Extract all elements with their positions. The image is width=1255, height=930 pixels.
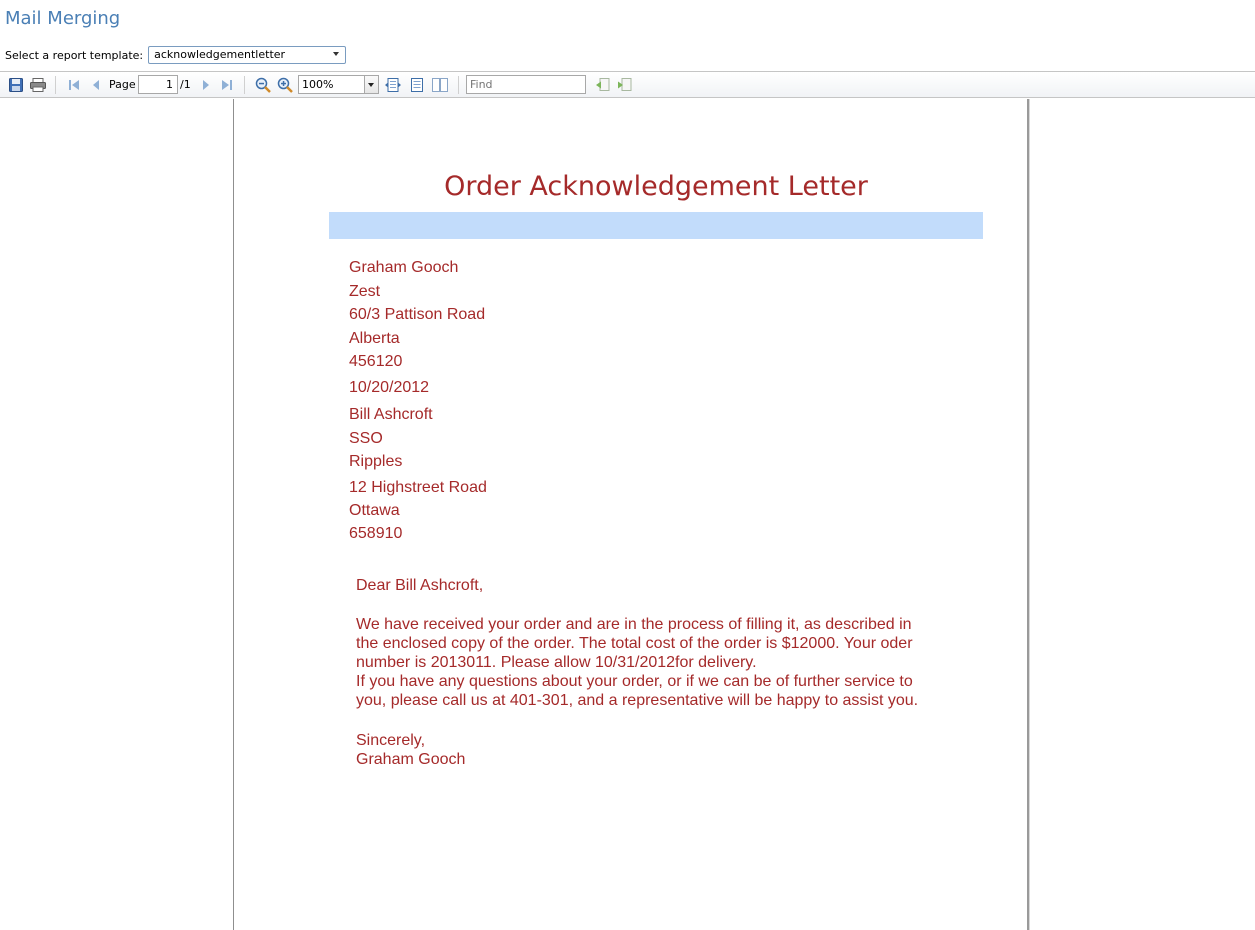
next-page-icon[interactable] [198,77,214,93]
find-input[interactable] [466,75,586,94]
report-page: Order Acknowledgement Letter Graham Gooc… [233,99,1029,930]
chevron-down-icon [333,52,340,56]
zoom-out-icon[interactable] [255,77,271,93]
find-previous-icon[interactable] [595,77,611,93]
page-total: /1 [180,78,191,91]
letter-title: Order Acknowledgement Letter [444,171,868,202]
recipient-postal: 658910 [349,525,403,542]
fit-page-width-icon[interactable] [385,77,401,93]
recipient-name: Bill Ashcroft [349,406,433,423]
single-page-icon[interactable] [409,77,425,93]
title-band [329,212,983,239]
template-select[interactable]: acknowledgementletter [148,46,347,64]
body-line: If you have any questions about your ord… [356,673,913,690]
report-viewer: Order Acknowledgement Letter Graham Gooc… [0,99,1255,930]
sender-company: Zest [349,283,381,300]
two-pages-icon[interactable] [432,77,448,93]
recipient-company: Ripples [349,453,403,470]
chevron-down-icon[interactable] [364,76,378,93]
recipient-city: Ottawa [349,502,400,519]
zoom-select[interactable]: 100% [298,75,379,94]
signature: Graham Gooch [356,751,466,768]
page-label: Page [109,78,136,91]
recipient-title: SSO [349,430,383,447]
zoom-value: 100% [302,78,334,91]
page-number-input[interactable]: 1 [138,75,178,94]
sender-postal: 456120 [349,353,403,370]
sender-region: Alberta [349,330,400,347]
toolbar-separator [458,76,459,94]
template-selector-label: Select a report template: [5,48,144,62]
report-toolbar: Page 1 /1 100% [0,71,1255,98]
print-icon[interactable] [30,77,46,93]
template-select-value: acknowledgementletter [154,48,286,61]
closing: Sincerely, [356,732,426,749]
body-line: number is 2013011. Please allow 10/31/20… [356,654,757,671]
zoom-in-icon[interactable] [277,77,293,93]
body-line: We have received your order and are in t… [356,616,912,633]
salutation: Dear Bill Ashcroft, [356,577,484,594]
toolbar-separator [244,76,245,94]
last-page-icon[interactable] [219,77,235,93]
toolbar-separator [55,76,56,94]
recipient-street: 12 Highstreet Road [349,479,487,496]
save-icon[interactable] [8,77,24,93]
template-selector-row: Select a report template: acknowledgemen… [5,45,347,65]
body-line: you, please call us at 401-301, and a re… [356,692,919,709]
sender-name: Graham Gooch [349,259,459,276]
body-line: the enclosed copy of the order. The tota… [356,635,913,652]
sender-street: 60/3 Pattison Road [349,306,486,323]
app-title: Mail Merging [5,8,121,29]
letter-date: 10/20/2012 [349,379,430,396]
previous-page-icon[interactable] [88,77,104,93]
find-next-icon[interactable] [617,77,633,93]
first-page-icon[interactable] [66,77,82,93]
